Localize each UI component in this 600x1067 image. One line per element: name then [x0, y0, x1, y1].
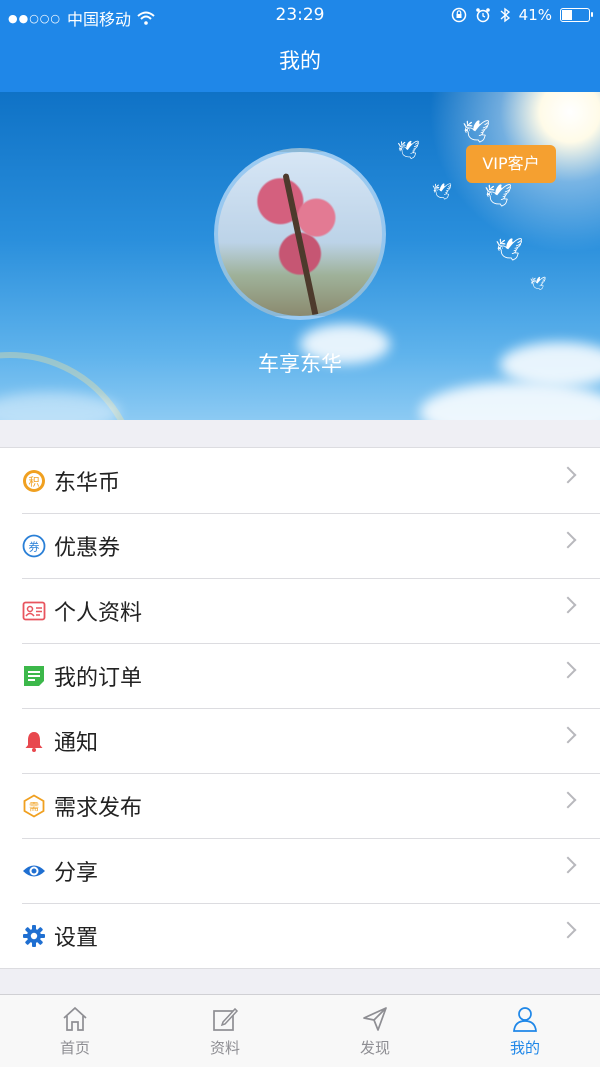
- order-icon: [22, 664, 46, 688]
- bell-icon: [22, 729, 46, 753]
- menu-item-label: 东华币: [54, 470, 121, 496]
- status-right: 41%: [451, 6, 593, 24]
- chevron-right-icon: [559, 531, 577, 549]
- user-icon: [513, 1007, 537, 1032]
- rotation-lock-icon: [451, 7, 466, 23]
- username: 车享东华: [258, 352, 342, 376]
- menu-item-coupon[interactable]: 券 优惠券: [0, 513, 600, 578]
- menu-item-label: 我的订单: [54, 665, 143, 691]
- battery-icon: [560, 8, 593, 22]
- chevron-right-icon: [559, 661, 577, 679]
- status-bar: ●●○○○ 中国移动 23:29 41%: [0, 0, 600, 32]
- profile-card-icon: [22, 599, 46, 623]
- tab-label: 首页: [59, 1039, 90, 1057]
- dove-icon: 🕊: [530, 277, 547, 292]
- chevron-right-icon: [559, 466, 577, 484]
- chevron-right-icon: [559, 726, 577, 744]
- tab-label: 资料: [209, 1039, 240, 1057]
- svg-text:需: 需: [29, 801, 39, 813]
- tab-label: 发现: [359, 1039, 390, 1057]
- menu-item-profile[interactable]: 个人资料: [0, 578, 600, 643]
- avatar-photo-branch: [282, 173, 320, 316]
- menu-item-demand[interactable]: 需 需求发布: [0, 773, 600, 838]
- menu-item-label: 分享: [54, 860, 99, 886]
- nav-bar: 我的: [0, 32, 600, 92]
- edit-icon: [213, 1007, 239, 1031]
- dove-icon: 🕊: [462, 120, 490, 145]
- menu-item-orders[interactable]: 我的订单: [0, 643, 600, 708]
- send-icon: [363, 1007, 387, 1031]
- gear-icon: [22, 924, 46, 948]
- menu-item-settings[interactable]: 设置: [0, 903, 600, 968]
- chevron-right-icon: [559, 856, 577, 874]
- menu-item-label: 通知: [54, 730, 99, 756]
- home-icon: [63, 1006, 87, 1031]
- tab-profile-data[interactable]: 资料: [150, 995, 300, 1067]
- chevron-right-icon: [559, 596, 577, 614]
- avatar[interactable]: [214, 148, 386, 320]
- battery-percent: 41%: [518, 6, 552, 24]
- chevron-right-icon: [559, 791, 577, 809]
- menu-item-notifications[interactable]: 通知: [0, 708, 600, 773]
- menu-item-donghua-coin[interactable]: 积 东华币: [0, 448, 600, 513]
- menu-item-share[interactable]: 分享: [0, 838, 600, 903]
- menu-item-label: 优惠券: [54, 535, 121, 561]
- points-icon: 积: [22, 469, 46, 493]
- chevron-right-icon: [559, 921, 577, 939]
- tab-home[interactable]: 首页: [0, 995, 150, 1067]
- tab-mine[interactable]: 我的: [450, 995, 600, 1067]
- tab-discover[interactable]: 发现: [300, 995, 450, 1067]
- page-title: 我的: [279, 49, 321, 73]
- menu-item-label: 设置: [54, 925, 99, 951]
- bluetooth-icon: [500, 7, 510, 23]
- coupon-icon: 券: [22, 534, 46, 558]
- dove-icon: 🕊: [484, 184, 512, 209]
- vip-badge[interactable]: VIP客户: [466, 145, 556, 183]
- dove-icon: 🕊: [432, 182, 453, 201]
- menu-item-label: 个人资料: [54, 600, 143, 626]
- alarm-icon: [475, 8, 490, 23]
- tab-bar: 首页 资料 发现 我的: [0, 994, 600, 1067]
- dove-icon: 🕊: [495, 238, 523, 263]
- svg-text:券: 券: [29, 539, 40, 553]
- menu-list: 积 东华币 券 优惠券 个人资料 我的订单 通知 需 需求发布 分享 设置: [0, 447, 600, 969]
- demand-icon: 需: [22, 793, 46, 818]
- eye-icon: [22, 859, 46, 883]
- profile-header: 🕊 🕊 🕊 🕊 🕊 🕊 VIP客户 车享东华: [0, 92, 600, 420]
- svg-text:积: 积: [29, 475, 40, 488]
- tab-label: 我的: [509, 1039, 540, 1057]
- menu-item-label: 需求发布: [54, 795, 143, 821]
- cloud-decoration: [420, 382, 600, 420]
- dove-icon: 🕊: [397, 140, 420, 161]
